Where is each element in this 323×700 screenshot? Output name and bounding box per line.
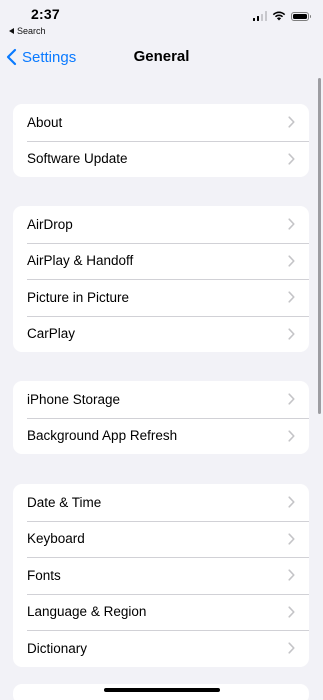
settings-group-sharing: AirDrop AirPlay & Handoff Picture in Pic… (13, 206, 309, 352)
list-item-date-time[interactable]: Date & Time (13, 484, 309, 521)
cellular-signal-icon (252, 11, 267, 21)
chevron-right-icon (288, 116, 295, 128)
battery-icon (291, 11, 311, 21)
list-item-label: Fonts (27, 567, 61, 583)
back-button[interactable]: Settings (6, 48, 76, 66)
chevron-right-icon (288, 430, 295, 442)
list-item-keyboard[interactable]: Keyboard (13, 520, 309, 558)
chevron-right-icon (288, 291, 295, 303)
chevron-right-icon (288, 393, 295, 405)
navigation-bar: General Settings (0, 38, 323, 76)
settings-general-screen: 2:37 Search General Settings About Softw… (0, 0, 323, 700)
list-item-airdrop[interactable]: AirDrop (13, 206, 309, 243)
list-item-language-region[interactable]: Language & Region (13, 593, 309, 631)
chevron-right-icon (288, 533, 295, 545)
list-item-iphone-storage[interactable]: iPhone Storage (13, 381, 309, 418)
chevron-right-icon (288, 218, 295, 230)
back-to-app-label: Search (17, 26, 46, 36)
list-item-software-update[interactable]: Software Update (13, 140, 309, 178)
chevron-right-icon (288, 496, 295, 508)
chevron-right-icon (288, 569, 295, 581)
list-item-dictionary[interactable]: Dictionary (13, 630, 309, 667)
list-item-label: Picture in Picture (27, 289, 130, 305)
list-item-label: Dictionary (27, 640, 88, 656)
chevron-right-icon (288, 606, 295, 618)
list-item-label: Keyboard (27, 531, 85, 547)
scroll-indicator[interactable] (318, 78, 321, 414)
settings-group-locale: Date & Time Keyboard Fonts Language & Re… (13, 484, 309, 667)
status-icons (252, 11, 311, 21)
chevron-left-icon (6, 48, 17, 66)
chevron-right-icon (288, 255, 295, 267)
back-button-label: Settings (22, 48, 77, 66)
home-indicator[interactable] (104, 688, 220, 692)
back-to-app-icon (9, 28, 14, 34)
list-item-label: Software Update (27, 151, 128, 167)
chevron-right-icon (288, 642, 295, 654)
list-item-airplay-handoff[interactable]: AirPlay & Handoff (13, 242, 309, 280)
settings-group-about: About Software Update (13, 104, 309, 177)
page-title-text: General (133, 48, 190, 65)
back-to-app[interactable]: Search (9, 26, 46, 36)
settings-group-storage: iPhone Storage Background App Refresh (13, 381, 309, 454)
settings-group-next-partial (13, 684, 309, 700)
status-bar: 2:37 Search (0, 0, 323, 38)
list-item-label: AirDrop (27, 216, 73, 232)
list-item-label: About (27, 114, 63, 130)
wifi-icon (272, 11, 286, 21)
list-item-label: CarPlay (27, 326, 76, 342)
list-item-label: Date & Time (27, 494, 102, 510)
chevron-right-icon (288, 153, 295, 165)
list-item-carplay[interactable]: CarPlay (13, 315, 309, 353)
list-item-label: Background App Refresh (27, 428, 178, 444)
list-item-fonts[interactable]: Fonts (13, 557, 309, 594)
list-item-background-app-refresh[interactable]: Background App Refresh (13, 417, 309, 455)
list-item-picture-in-picture[interactable]: Picture in Picture (13, 279, 309, 316)
list-item-about[interactable]: About (13, 104, 309, 141)
status-time: 2:37 (31, 6, 60, 22)
list-item-label: iPhone Storage (27, 391, 121, 407)
list-item-label: AirPlay & Handoff (27, 253, 134, 269)
list-item-label: Language & Region (27, 604, 147, 620)
chevron-right-icon (288, 328, 295, 340)
